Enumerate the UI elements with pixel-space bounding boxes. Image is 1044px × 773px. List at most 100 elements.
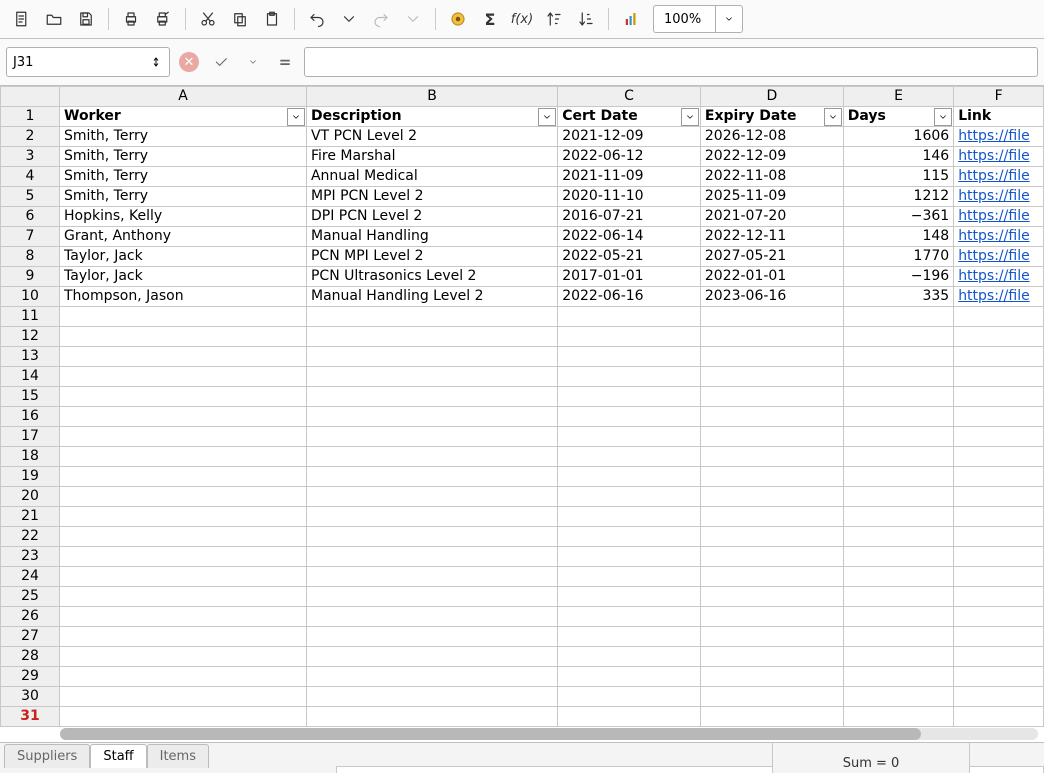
cell-days[interactable]: 146 bbox=[843, 147, 953, 167]
row-header[interactable]: 28 bbox=[1, 647, 60, 667]
function-icon[interactable]: f(x) bbox=[508, 5, 536, 33]
table-row[interactable]: 20 bbox=[1, 487, 1044, 507]
cell-days[interactable]: −361 bbox=[843, 207, 953, 227]
cell-worker[interactable]: Smith, Terry bbox=[60, 147, 307, 167]
row-header[interactable]: 5 bbox=[1, 187, 60, 207]
row-header[interactable]: 3 bbox=[1, 147, 60, 167]
cell-link[interactable]: https://file bbox=[954, 127, 1044, 147]
row-header[interactable]: 17 bbox=[1, 427, 60, 447]
file-link[interactable]: https://file bbox=[958, 208, 1030, 224]
header-days[interactable]: Days bbox=[843, 107, 953, 127]
cell-description[interactable]: Fire Marshal bbox=[306, 147, 557, 167]
row-header[interactable]: 12 bbox=[1, 327, 60, 347]
cell-link[interactable]: https://file bbox=[954, 207, 1044, 227]
cell-worker[interactable]: Smith, Terry bbox=[60, 127, 307, 147]
table-row[interactable]: 12 bbox=[1, 327, 1044, 347]
cell-expiry-date[interactable]: 2022-11-08 bbox=[700, 167, 843, 187]
horizontal-scrollbar[interactable] bbox=[60, 728, 1038, 740]
print-preview-icon[interactable] bbox=[149, 5, 177, 33]
scrollbar-thumb[interactable] bbox=[60, 728, 921, 740]
file-link[interactable]: https://file bbox=[958, 128, 1030, 144]
cell-reference-input[interactable]: J31 bbox=[6, 47, 170, 77]
row-header[interactable]: 6 bbox=[1, 207, 60, 227]
table-row[interactable]: 6Hopkins, KellyDPI PCN Level 22016-07-21… bbox=[1, 207, 1044, 227]
table-row[interactable]: 29 bbox=[1, 667, 1044, 687]
cell-worker[interactable]: Smith, Terry bbox=[60, 167, 307, 187]
col-header-C[interactable]: C bbox=[558, 87, 701, 107]
cell-days[interactable]: 115 bbox=[843, 167, 953, 187]
table-row[interactable]: 18 bbox=[1, 447, 1044, 467]
table-row[interactable]: 2Smith, TerryVT PCN Level 22021-12-09202… bbox=[1, 127, 1044, 147]
table-row[interactable]: 8Taylor, JackPCN MPI Level 22022-05-2120… bbox=[1, 247, 1044, 267]
row-header[interactable]: 21 bbox=[1, 507, 60, 527]
cell-link[interactable]: https://file bbox=[954, 267, 1044, 287]
cell-days[interactable]: −196 bbox=[843, 267, 953, 287]
cell-link[interactable]: https://file bbox=[954, 247, 1044, 267]
cell-link[interactable]: https://file bbox=[954, 147, 1044, 167]
cell-link[interactable]: https://file bbox=[954, 227, 1044, 247]
file-link[interactable]: https://file bbox=[958, 288, 1030, 304]
spreadsheet-grid[interactable]: A B C D E F 1 Worker Description Cert Da… bbox=[0, 86, 1044, 727]
row-header[interactable]: 23 bbox=[1, 547, 60, 567]
print-icon[interactable] bbox=[117, 5, 145, 33]
cell-days[interactable]: 1770 bbox=[843, 247, 953, 267]
equals-icon[interactable]: = bbox=[272, 49, 298, 75]
cell-expiry-date[interactable]: 2027-05-21 bbox=[700, 247, 843, 267]
row-header[interactable]: 18 bbox=[1, 447, 60, 467]
corner-cell[interactable] bbox=[1, 87, 60, 107]
zoom-dropdown-icon[interactable] bbox=[715, 6, 742, 32]
new-document-icon[interactable] bbox=[8, 5, 36, 33]
row-header[interactable]: 20 bbox=[1, 487, 60, 507]
table-row[interactable]: 24 bbox=[1, 567, 1044, 587]
table-row[interactable]: 4Smith, TerryAnnual Medical2021-11-09202… bbox=[1, 167, 1044, 187]
cell-description[interactable]: MPI PCN Level 2 bbox=[306, 187, 557, 207]
table-row[interactable]: 21 bbox=[1, 507, 1044, 527]
cancel-formula-button[interactable]: ✕ bbox=[176, 49, 202, 75]
cell-cert-date[interactable]: 2022-06-12 bbox=[558, 147, 701, 167]
cell-expiry-date[interactable]: 2022-01-01 bbox=[700, 267, 843, 287]
cell-cert-date[interactable]: 2022-06-14 bbox=[558, 227, 701, 247]
row-header[interactable]: 30 bbox=[1, 687, 60, 707]
row-header[interactable]: 31 bbox=[1, 707, 60, 727]
row-header[interactable]: 16 bbox=[1, 407, 60, 427]
col-header-F[interactable]: F bbox=[954, 87, 1044, 107]
redo-dropdown-icon[interactable] bbox=[399, 5, 427, 33]
cell-description[interactable]: VT PCN Level 2 bbox=[306, 127, 557, 147]
table-row[interactable]: 3Smith, TerryFire Marshal2022-06-122022-… bbox=[1, 147, 1044, 167]
table-row[interactable]: 5Smith, TerryMPI PCN Level 22020-11-1020… bbox=[1, 187, 1044, 207]
cell-worker[interactable]: Grant, Anthony bbox=[60, 227, 307, 247]
file-link[interactable]: https://file bbox=[958, 148, 1030, 164]
row-header[interactable]: 24 bbox=[1, 567, 60, 587]
row-header[interactable]: 26 bbox=[1, 607, 60, 627]
cell-cert-date[interactable]: 2021-11-09 bbox=[558, 167, 701, 187]
undo-icon[interactable] bbox=[303, 5, 331, 33]
table-row[interactable]: 10Thompson, JasonManual Handling Level 2… bbox=[1, 287, 1044, 307]
sort-asc-icon[interactable] bbox=[540, 5, 568, 33]
file-link[interactable]: https://file bbox=[958, 228, 1030, 244]
table-row[interactable]: 13 bbox=[1, 347, 1044, 367]
row-header[interactable]: 22 bbox=[1, 527, 60, 547]
cell-description[interactable]: Manual Handling bbox=[306, 227, 557, 247]
table-row[interactable]: 15 bbox=[1, 387, 1044, 407]
cell-description[interactable]: PCN MPI Level 2 bbox=[306, 247, 557, 267]
header-link[interactable]: Link bbox=[954, 107, 1044, 127]
table-row[interactable]: 9Taylor, JackPCN Ultrasonics Level 22017… bbox=[1, 267, 1044, 287]
header-worker[interactable]: Worker bbox=[60, 107, 307, 127]
table-row[interactable]: 11 bbox=[1, 307, 1044, 327]
header-description[interactable]: Description bbox=[306, 107, 557, 127]
col-header-D[interactable]: D bbox=[700, 87, 843, 107]
table-row[interactable]: 22 bbox=[1, 527, 1044, 547]
row-header[interactable]: 19 bbox=[1, 467, 60, 487]
header-cert-date[interactable]: Cert Date bbox=[558, 107, 701, 127]
sheet-tab-staff[interactable]: Staff bbox=[90, 744, 146, 768]
table-row[interactable]: 30 bbox=[1, 687, 1044, 707]
row-header[interactable]: 29 bbox=[1, 667, 60, 687]
cell-worker[interactable]: Taylor, Jack bbox=[60, 267, 307, 287]
chart-icon[interactable] bbox=[617, 5, 645, 33]
table-row[interactable]: 31 bbox=[1, 707, 1044, 727]
filter-button[interactable] bbox=[287, 108, 305, 126]
table-row[interactable]: 19 bbox=[1, 467, 1044, 487]
cell-expiry-date[interactable]: 2026-12-08 bbox=[700, 127, 843, 147]
table-row[interactable]: 16 bbox=[1, 407, 1044, 427]
row-header[interactable]: 7 bbox=[1, 227, 60, 247]
